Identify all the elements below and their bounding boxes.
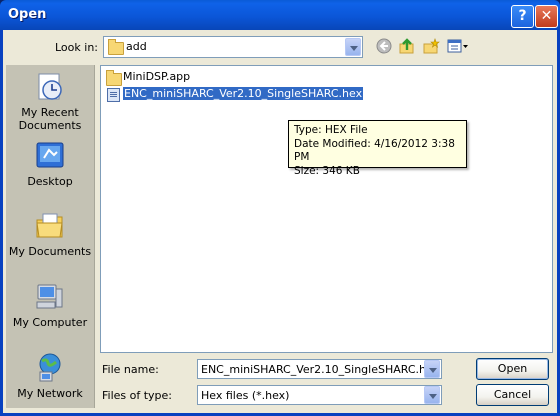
- place-desktop[interactable]: Desktop: [6, 140, 94, 188]
- place-label: My Documents: [8, 245, 92, 258]
- cancel-button[interactable]: Cancel: [476, 384, 549, 406]
- place-label: Desktop: [27, 175, 73, 188]
- place-label: My Network: [17, 387, 83, 400]
- look-in-label: Look in:: [55, 41, 98, 54]
- open-dialog: Open ? ✕ Look in: add My Recent Document…: [0, 0, 560, 416]
- title-bar[interactable]: Open ? ✕: [0, 0, 560, 30]
- files-of-type-dropdown[interactable]: Hex files (*.hex): [197, 385, 442, 405]
- dialog-client-area: Look in: add My Recent Documents Desktop…: [3, 30, 557, 413]
- chevron-down-icon[interactable]: [424, 360, 440, 378]
- hex-file-icon: [107, 88, 120, 102]
- chevron-down-icon[interactable]: [345, 38, 361, 56]
- file-info-tooltip: Type: HEX File Date Modified: 4/16/2012 …: [288, 120, 467, 177]
- place-my-documents[interactable]: My Documents: [6, 210, 94, 258]
- tooltip-type: Type: HEX File: [294, 124, 368, 136]
- place-label: My Recent Documents: [18, 106, 82, 132]
- list-item[interactable]: MiniDSP.app: [105, 69, 190, 86]
- look-in-value: add: [126, 40, 147, 53]
- file-list[interactable]: MiniDSP.app ENC_miniSHARC_Ver2.10_Single…: [100, 65, 553, 353]
- my-computer-icon: [34, 281, 66, 313]
- back-icon[interactable]: [375, 38, 392, 55]
- close-button[interactable]: ✕: [535, 5, 558, 28]
- recent-documents-icon: [34, 71, 66, 103]
- up-folder-icon[interactable]: [399, 38, 416, 55]
- my-documents-icon: [34, 210, 66, 242]
- file-name-value: ENC_miniSHARC_Ver2.10_SingleSHARC.hex: [201, 363, 440, 376]
- new-folder-icon[interactable]: [423, 38, 440, 55]
- window-title: Open: [8, 7, 47, 22]
- places-bar: My Recent Documents Desktop My Documents…: [6, 65, 95, 408]
- help-button[interactable]: ?: [511, 5, 534, 28]
- chevron-down-icon[interactable]: [424, 386, 440, 404]
- file-name: MiniDSP.app: [123, 70, 191, 83]
- place-my-computer[interactable]: My Computer: [6, 281, 94, 329]
- folder-icon: [106, 70, 122, 86]
- my-network-icon: [34, 352, 66, 384]
- folder-icon: [108, 39, 124, 55]
- views-menu-icon[interactable]: [447, 38, 469, 55]
- open-button[interactable]: Open: [476, 358, 549, 380]
- files-of-type-label: Files of type:: [102, 389, 173, 402]
- tooltip-date-modified: Date Modified: 4/16/2012 3:38 PM: [294, 137, 455, 164]
- place-my-network[interactable]: My Network: [6, 352, 94, 400]
- list-item-selected[interactable]: ENC_miniSHARC_Ver2.10_SingleSHARC.hex: [105, 86, 365, 102]
- place-label: My Computer: [12, 316, 88, 329]
- desktop-icon: [34, 140, 66, 172]
- file-name-label: File name:: [102, 363, 159, 376]
- tooltip-size: Size: 346 KB: [294, 164, 360, 177]
- file-name: ENC_miniSHARC_Ver2.10_SingleSHARC.hex: [121, 86, 365, 101]
- place-my-recent-documents[interactable]: My Recent Documents: [6, 71, 94, 132]
- files-of-type-value: Hex files (*.hex): [201, 389, 290, 402]
- file-name-field[interactable]: ENC_miniSHARC_Ver2.10_SingleSHARC.hex: [197, 359, 442, 379]
- look-in-dropdown[interactable]: add: [103, 36, 363, 58]
